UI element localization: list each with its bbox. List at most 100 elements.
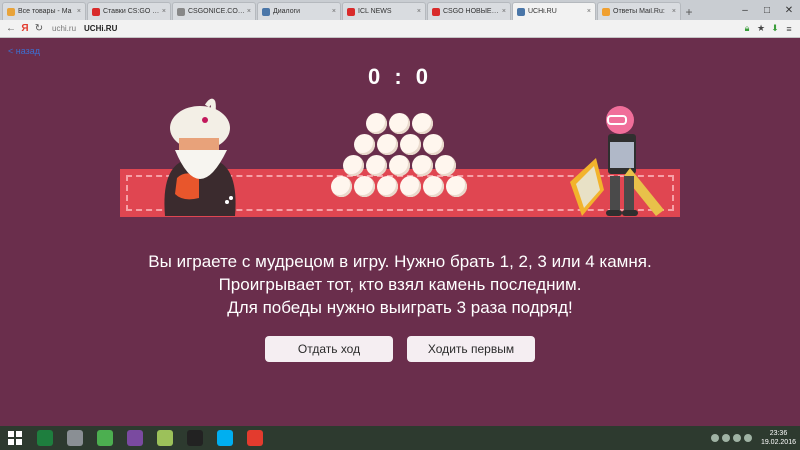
tab-label: Все товары - Ма bbox=[18, 8, 72, 15]
rules-line-3: Для победы нужно выиграть 3 раза подряд! bbox=[227, 298, 573, 317]
tab-close-icon[interactable]: × bbox=[587, 8, 591, 15]
stone[interactable] bbox=[377, 134, 398, 155]
network-icon[interactable] bbox=[721, 434, 730, 442]
stone[interactable] bbox=[434, 155, 456, 176]
clock[interactable]: 23:36 19.02.2016 bbox=[761, 429, 796, 447]
stone[interactable] bbox=[377, 176, 398, 197]
stone[interactable] bbox=[342, 155, 364, 176]
tab-close-icon[interactable]: × bbox=[417, 8, 421, 15]
tab-favicon-icon bbox=[7, 7, 15, 16]
browser-tab[interactable]: Диалоги × bbox=[257, 2, 341, 20]
tab-label: CSGONICE.COM | bbox=[188, 8, 245, 15]
browser-tab[interactable]: Ставки CS:GO | К × bbox=[87, 2, 171, 20]
browser-tab[interactable]: Ответы Mail.Ru: × bbox=[597, 2, 681, 20]
new-tab-button[interactable]: + bbox=[682, 4, 696, 20]
tab-close-icon[interactable]: × bbox=[502, 8, 506, 15]
rules-line-2: Проигрывает тот, кто взял камень последн… bbox=[218, 275, 582, 294]
yandex-browser-icon[interactable] bbox=[240, 426, 270, 450]
winrar-icon[interactable] bbox=[120, 426, 150, 450]
sage-character-icon bbox=[164, 98, 236, 216]
back-arrow-icon[interactable]: ← bbox=[4, 23, 18, 34]
browser-tab[interactable]: CSGO НОВЫЕ КА × bbox=[427, 2, 511, 20]
tab-favicon-icon bbox=[432, 7, 440, 16]
address-host[interactable]: uchi.ru bbox=[52, 24, 76, 33]
tab-favicon-icon bbox=[517, 7, 525, 16]
stone[interactable] bbox=[400, 134, 421, 155]
stone[interactable] bbox=[423, 134, 444, 155]
maximize-icon[interactable]: □ bbox=[756, 5, 778, 16]
tab-close-icon[interactable]: × bbox=[247, 8, 251, 15]
browser-toolbar: ← Я ↻ uchi.ru UCHi.RU 🔒︎ ★ ⬇︎ ≡ bbox=[0, 20, 800, 38]
taskbar-apps bbox=[30, 426, 270, 450]
tab-label: ICL NEWS bbox=[358, 8, 392, 15]
game-rules-text: Вы играете с мудрецом в игру. Нужно брат… bbox=[0, 250, 800, 319]
excel-icon[interactable] bbox=[30, 426, 60, 450]
back-link[interactable]: < назад bbox=[8, 46, 40, 56]
steam-tray-icon[interactable] bbox=[710, 434, 719, 442]
stone[interactable] bbox=[446, 176, 467, 197]
tab-favicon-icon bbox=[347, 7, 355, 16]
browser-tab-strip: Все товары - Ма × Ставки CS:GO | К × CSGONIC… bbox=[0, 0, 800, 20]
stone[interactable] bbox=[388, 155, 410, 176]
tab-label: Ответы Mail.Ru: bbox=[613, 8, 665, 15]
stone[interactable] bbox=[365, 113, 387, 134]
tab-label: Ставки CS:GO | К bbox=[103, 8, 160, 15]
star-icon[interactable]: ★ bbox=[754, 23, 768, 34]
menu-icon[interactable]: ≡ bbox=[782, 24, 796, 34]
rules-line-1: Вы играете с мудрецом в игру. Нужно брат… bbox=[148, 252, 652, 271]
taskbar: 23:36 19.02.2016 bbox=[0, 426, 800, 450]
system-tray: 23:36 19.02.2016 bbox=[710, 429, 800, 447]
stone[interactable] bbox=[354, 134, 375, 155]
browser-tab[interactable]: ICL NEWS × bbox=[342, 2, 426, 20]
address-title[interactable]: UCHi.RU bbox=[84, 24, 117, 33]
stone-pyramid bbox=[330, 113, 470, 223]
tab-list: Все товары - Ма × Ставки CS:GO | К × CSGONIC… bbox=[2, 2, 682, 20]
tab-favicon-icon bbox=[177, 7, 185, 16]
minimize-icon[interactable]: – bbox=[734, 5, 756, 16]
knight-character-icon bbox=[570, 106, 664, 216]
stone[interactable] bbox=[365, 155, 387, 176]
stone[interactable] bbox=[423, 176, 444, 197]
browser-tab[interactable]: Все товары - Ма × bbox=[2, 2, 86, 20]
start-button[interactable] bbox=[0, 426, 30, 450]
tab-close-icon[interactable]: × bbox=[332, 8, 336, 15]
windows-logo-icon bbox=[8, 431, 22, 445]
tab-close-icon[interactable]: × bbox=[162, 8, 166, 15]
language-icon[interactable] bbox=[743, 434, 752, 442]
skype-icon[interactable] bbox=[210, 426, 240, 450]
tab-label: CSGO НОВЫЕ КА bbox=[443, 8, 500, 15]
tab-close-icon[interactable]: × bbox=[672, 8, 676, 15]
tab-close-icon[interactable]: × bbox=[77, 8, 81, 15]
utorrent-icon[interactable] bbox=[90, 426, 120, 450]
close-icon[interactable]: ✕ bbox=[778, 5, 800, 16]
browser-tab[interactable]: CSGONICE.COM | × bbox=[172, 2, 256, 20]
clock-time: 23:36 bbox=[769, 430, 788, 437]
stone[interactable] bbox=[400, 176, 421, 197]
browser-tab[interactable]: UCHi.RU × bbox=[512, 2, 596, 20]
go-first-button[interactable]: Ходить первым bbox=[407, 336, 535, 362]
tab-label: UCHi.RU bbox=[528, 8, 557, 15]
score-display: 0 : 0 bbox=[367, 64, 433, 89]
toolbar-right: 🔒︎ ★ ⬇︎ ≡ bbox=[740, 23, 796, 34]
download-icon[interactable]: ⬇︎ bbox=[768, 23, 782, 34]
tab-favicon-icon bbox=[92, 7, 100, 16]
stone[interactable] bbox=[354, 176, 375, 197]
tab-favicon-icon bbox=[602, 7, 610, 16]
pass-turn-button[interactable]: Отдать ход bbox=[265, 336, 393, 362]
stone[interactable] bbox=[331, 176, 352, 197]
steam-disc-icon[interactable] bbox=[180, 426, 210, 450]
reload-icon[interactable]: ↻ bbox=[32, 23, 46, 34]
game-buttons: Отдать ход Ходить первым bbox=[0, 336, 800, 362]
clock-date: 19.02.2016 bbox=[760, 439, 796, 446]
notes-icon[interactable] bbox=[150, 426, 180, 450]
game-area: < назад 0 : 0 Вы играете с мудрецом в иг… bbox=[0, 38, 800, 426]
window-controls: – □ ✕ bbox=[734, 0, 800, 20]
yandex-logo-icon[interactable]: Я bbox=[18, 23, 32, 34]
tab-label: Диалоги bbox=[273, 8, 301, 15]
stone[interactable] bbox=[411, 113, 433, 134]
volume-icon[interactable] bbox=[732, 434, 741, 442]
stone[interactable] bbox=[411, 155, 433, 176]
stone[interactable] bbox=[388, 113, 410, 134]
tab-favicon-icon bbox=[262, 7, 270, 16]
shield-icon[interactable] bbox=[60, 426, 90, 450]
